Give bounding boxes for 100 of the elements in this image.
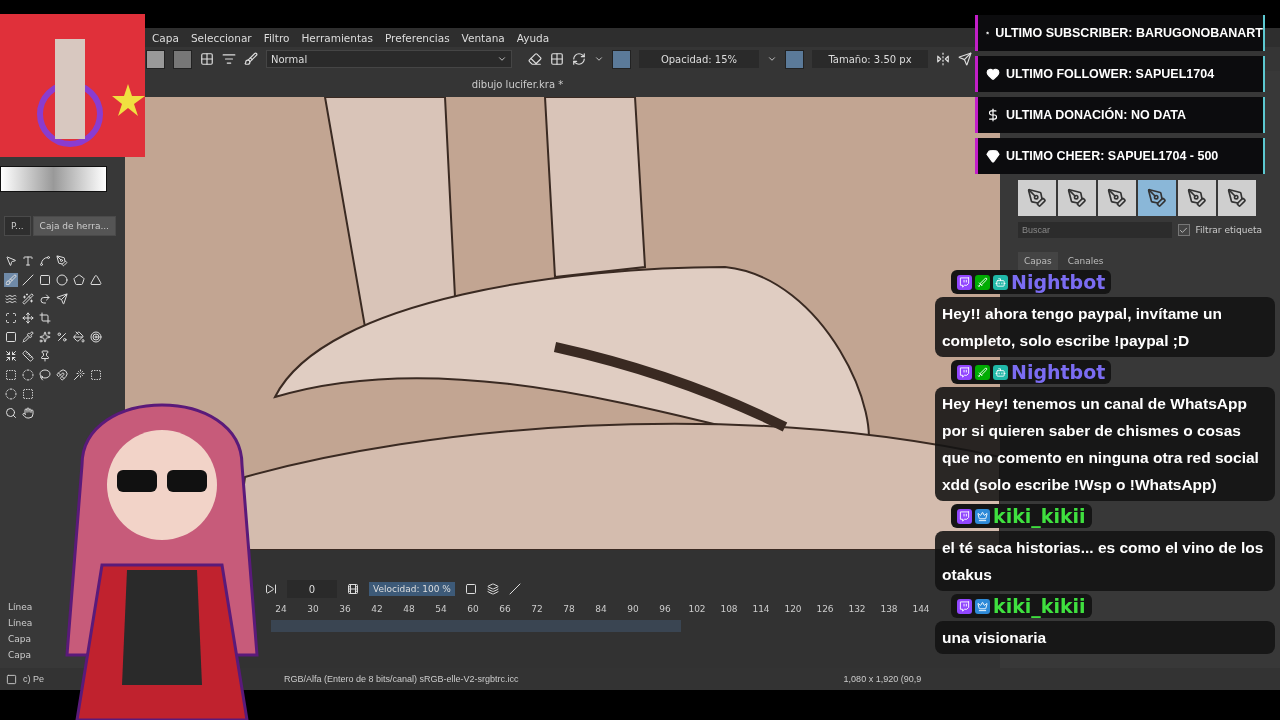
size-swatch[interactable]: [785, 49, 804, 69]
brush-preset[interactable]: [1058, 180, 1096, 216]
docker-tab[interactable]: Capas: [1018, 252, 1058, 270]
curve-icon[interactable]: [38, 254, 52, 268]
brush-preset[interactable]: [1018, 180, 1056, 216]
ruler-icon[interactable]: [21, 349, 35, 363]
frame-number: 54: [434, 604, 448, 614]
username: Nightbot: [1011, 271, 1106, 293]
robot-icon: [993, 274, 1008, 290]
transform-icon[interactable]: [4, 311, 18, 325]
size-field[interactable]: Tamaño: 3.50 px: [812, 50, 928, 68]
menu-item[interactable]: Capa: [152, 31, 179, 44]
line-icon[interactable]: [21, 273, 35, 287]
wand-icon[interactable]: [21, 292, 35, 306]
layers-icon[interactable]: [486, 583, 499, 595]
frame-number: 72: [530, 604, 544, 614]
frame-number: 102: [687, 604, 707, 614]
ellipse-icon[interactable]: [55, 273, 69, 287]
blend-mode-dropdown[interactable]: Normal: [266, 50, 512, 68]
menu-item[interactable]: Preferencias: [384, 31, 450, 44]
layer-label[interactable]: Línea: [8, 602, 33, 612]
pattern-swatch[interactable]: [146, 49, 165, 69]
check-icon: [1179, 225, 1189, 235]
pipette-icon[interactable]: [21, 330, 35, 344]
opacity-swatch[interactable]: [612, 49, 631, 69]
magic-wand-icon[interactable]: [72, 368, 86, 382]
wave-icon[interactable]: [4, 292, 18, 306]
crop-icon[interactable]: [38, 311, 52, 325]
twitch-icon: [957, 508, 972, 524]
brush-preset[interactable]: [1098, 180, 1136, 216]
brush-preset[interactable]: [1138, 180, 1176, 216]
reload-icon[interactable]: [572, 52, 586, 66]
percent-icon[interactable]: [55, 330, 69, 344]
curved-arrow-icon[interactable]: [38, 292, 52, 306]
eraser-icon[interactable]: [528, 52, 542, 66]
pen-icon: [1147, 188, 1167, 208]
docker-tab[interactable]: Canales: [1061, 252, 1110, 270]
menu-item[interactable]: Seleccionar: [190, 31, 252, 44]
frame-number: 108: [719, 604, 739, 614]
polygon-icon[interactable]: [72, 273, 86, 287]
checker-icon[interactable]: [550, 52, 564, 66]
layer-label[interactable]: Línea: [8, 618, 33, 628]
zoom-icon[interactable]: [4, 406, 18, 420]
brush-preset[interactable]: [1218, 180, 1256, 216]
layer-label[interactable]: Capa: [8, 634, 32, 644]
frame-number: 24: [274, 604, 288, 614]
brush-preset[interactable]: [1178, 180, 1216, 216]
film-icon[interactable]: [347, 583, 359, 595]
menu-item[interactable]: Ventana: [461, 31, 505, 44]
frame-number: 66: [498, 604, 512, 614]
dashed-circle-icon[interactable]: [4, 387, 18, 401]
sword-icon: [975, 364, 990, 380]
bucket-icon[interactable]: [72, 330, 86, 344]
no-frame-icon[interactable]: [508, 583, 521, 595]
pointer-icon[interactable]: [4, 254, 18, 268]
color-swatch[interactable]: [173, 49, 192, 69]
status-text: c) Pe: [23, 674, 44, 684]
pin-icon[interactable]: [38, 349, 52, 363]
frame-icon[interactable]: [464, 583, 477, 595]
arrow-icon[interactable]: [55, 292, 69, 306]
skip-end-icon[interactable]: [265, 583, 277, 595]
pen-icon[interactable]: [55, 254, 69, 268]
chat-message: el té saca historias... es como el vino de los otakus: [935, 531, 1275, 591]
menu-item[interactable]: Filtro: [263, 31, 290, 44]
text-icon[interactable]: [21, 254, 35, 268]
dashed-square-icon[interactable]: [21, 387, 35, 401]
search-field[interactable]: Buscar: [1018, 222, 1172, 238]
speed-field[interactable]: Velocidad: 100 %: [369, 582, 455, 596]
pen-icon: [1227, 188, 1247, 208]
frame-field[interactable]: 0: [287, 580, 337, 598]
panel-tab[interactable]: Caja de herra...: [32, 216, 116, 236]
pen-icon: [1027, 188, 1047, 208]
brush-preset-icon[interactable]: [244, 52, 258, 66]
hand-icon[interactable]: [21, 406, 35, 420]
status-icon: [6, 673, 17, 685]
box-select-icon[interactable]: [89, 368, 103, 382]
frame-number: 42: [370, 604, 384, 614]
arrow-icon[interactable]: [958, 52, 972, 66]
list-icon[interactable]: [222, 52, 236, 66]
rectangle-icon[interactable]: [38, 273, 52, 287]
panel-tab[interactable]: P...: [4, 216, 31, 236]
sparkle-icon[interactable]: [38, 330, 52, 344]
magnet-icon[interactable]: [55, 368, 69, 382]
chat-message: Hey!! ahora tengo paypal, invítame un completo, solo escribe !paypal ;D: [935, 297, 1275, 357]
opacity-field[interactable]: Opacidad: 15%: [639, 50, 759, 68]
rectangle-select-icon[interactable]: [4, 368, 18, 382]
mirror-icon[interactable]: [936, 52, 950, 66]
ellipse-select-icon[interactable]: [21, 368, 35, 382]
menu-item[interactable]: Ayuda: [516, 31, 550, 44]
frame-number: 132: [847, 604, 867, 614]
polyline-icon[interactable]: [89, 273, 103, 287]
shrink-icon[interactable]: [4, 349, 18, 363]
filter-label: Filtrar etiqueta: [1195, 225, 1262, 235]
layer-label[interactable]: Capa: [8, 650, 32, 660]
lasso-icon[interactable]: [38, 368, 52, 382]
move-icon[interactable]: [21, 311, 35, 325]
target-icon[interactable]: [89, 330, 103, 344]
menu-item[interactable]: Herramientas: [301, 31, 373, 44]
pen-icon: [1107, 188, 1127, 208]
filter-checkbox[interactable]: [1177, 224, 1190, 236]
